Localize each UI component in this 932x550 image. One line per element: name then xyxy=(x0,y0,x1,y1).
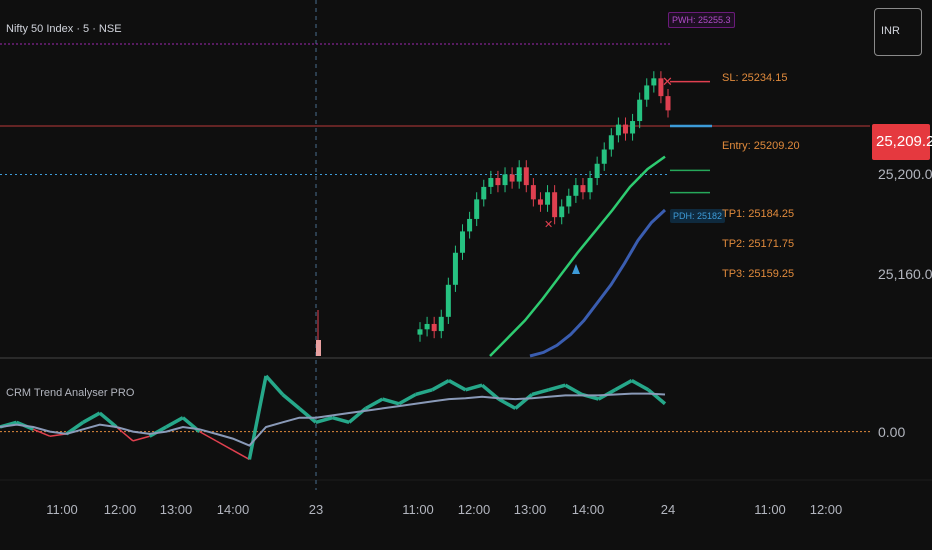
candle-body xyxy=(502,174,508,186)
time-label: 13:00 xyxy=(159,502,193,517)
oscillator-main-line xyxy=(465,383,483,392)
oscillator-main-line xyxy=(264,374,284,396)
currency-button[interactable]: INR xyxy=(874,8,922,56)
candle-body xyxy=(630,121,636,134)
oscillator-main-line xyxy=(281,393,301,410)
oscillator-main-line xyxy=(381,397,400,406)
candle-body xyxy=(552,192,558,218)
oscillator-main-line xyxy=(247,375,268,460)
candle-body xyxy=(460,231,466,253)
time-label: 24 xyxy=(660,502,676,517)
tp1-label: TP1: 25184.25 xyxy=(722,208,795,220)
oscillator-main-line xyxy=(448,379,467,392)
oscillator-main-line xyxy=(431,379,450,392)
symbol-title[interactable]: Nifty 50 Index · 5 · NSE xyxy=(6,23,122,35)
candle-body xyxy=(530,185,536,200)
oscillator-main-line xyxy=(398,392,417,406)
time-label: 12:00 xyxy=(809,502,843,517)
candle-body xyxy=(651,78,657,86)
candle-body xyxy=(566,195,572,207)
candle-body xyxy=(523,167,529,186)
price-axis-label-25200: 25,200.00 xyxy=(878,166,932,182)
tp2-label: TP2: 25171.75 xyxy=(722,238,795,250)
oscillator-main-line xyxy=(415,388,433,397)
oscillator-main-line xyxy=(215,440,234,451)
oscillator-main-line xyxy=(364,397,384,410)
candle-body xyxy=(316,340,321,356)
candle-body xyxy=(417,329,423,335)
buy-signal-marker xyxy=(572,264,580,274)
current-price-label: 25,209.20 xyxy=(872,124,932,160)
candle-body xyxy=(537,199,543,205)
oscillator-main-line xyxy=(132,435,150,442)
oscillator-main-line xyxy=(630,379,650,392)
oscillator-main-line xyxy=(497,397,517,410)
chart-window[interactable]: { "symbol": "Nifty 50 Index · 5 · NSE", … xyxy=(0,0,932,550)
time-label: 11:00 xyxy=(754,502,786,517)
indicator-axis-label: 0.00 xyxy=(878,424,906,440)
candle-body xyxy=(445,284,451,317)
candle-body xyxy=(516,167,522,182)
sell-signal-marker: ✕ xyxy=(662,74,673,89)
candle-body xyxy=(580,185,586,193)
candle-body xyxy=(573,185,579,196)
sell-signal-marker: ✕ xyxy=(544,219,553,231)
oscillator-main-line xyxy=(514,393,534,410)
candle-body xyxy=(474,199,480,219)
oscillator-main-line xyxy=(548,383,566,392)
oscillator-main-line xyxy=(531,388,550,397)
price-axis-label-25160: 25,160.00 xyxy=(878,266,932,282)
oscillator-signal-line xyxy=(0,392,666,447)
candle-body xyxy=(644,85,650,100)
candle-body xyxy=(601,149,607,164)
time-label: 23 xyxy=(308,502,324,517)
candle-body xyxy=(559,206,565,218)
ema-slow-line xyxy=(529,208,667,358)
candle-body xyxy=(467,218,473,232)
pwh-tag: PWH: 25255.3 xyxy=(668,12,735,28)
candle-body xyxy=(665,96,671,111)
candle-body xyxy=(637,99,643,122)
time-label: 14:00 xyxy=(216,502,250,517)
entry-label: Entry: 25209.20 xyxy=(722,140,800,152)
time-label: 12:00 xyxy=(457,502,491,517)
oscillator-main-line xyxy=(232,449,250,461)
oscillator-main-line xyxy=(165,416,184,429)
candle-body xyxy=(622,124,628,134)
candle-body xyxy=(594,163,600,178)
candle-body xyxy=(438,316,444,332)
oscillator-main-line xyxy=(564,383,583,397)
oscillator-main-line xyxy=(647,388,667,406)
candle-body xyxy=(488,178,494,187)
candle-body xyxy=(615,124,621,136)
candle-body xyxy=(509,174,515,182)
candle-body xyxy=(587,178,593,193)
oscillator-main-line xyxy=(82,411,101,424)
candle-body xyxy=(452,252,458,285)
candle-body xyxy=(424,323,430,330)
time-label: 13:00 xyxy=(513,502,547,517)
tp3-label: TP3: 25159.25 xyxy=(722,268,795,280)
candle-body xyxy=(495,178,501,186)
sl-label: SL: 25234.15 xyxy=(722,72,788,84)
pdh-tag: PDH: 25182 xyxy=(670,209,726,223)
time-label: 11:00 xyxy=(46,502,78,517)
oscillator-main-line xyxy=(332,415,350,425)
indicator-title[interactable]: CRM Trend Analyser PRO xyxy=(6,387,134,399)
oscillator-main-line xyxy=(315,415,333,425)
time-label: 12:00 xyxy=(103,502,137,517)
candle-body xyxy=(545,192,551,205)
oscillator-main-line xyxy=(298,407,317,424)
time-label: 11:00 xyxy=(402,502,434,517)
oscillator-main-line xyxy=(614,379,633,392)
candle-body xyxy=(431,323,437,332)
candle-body xyxy=(481,186,487,200)
candle-body xyxy=(608,135,614,150)
time-label: 14:00 xyxy=(571,502,605,517)
